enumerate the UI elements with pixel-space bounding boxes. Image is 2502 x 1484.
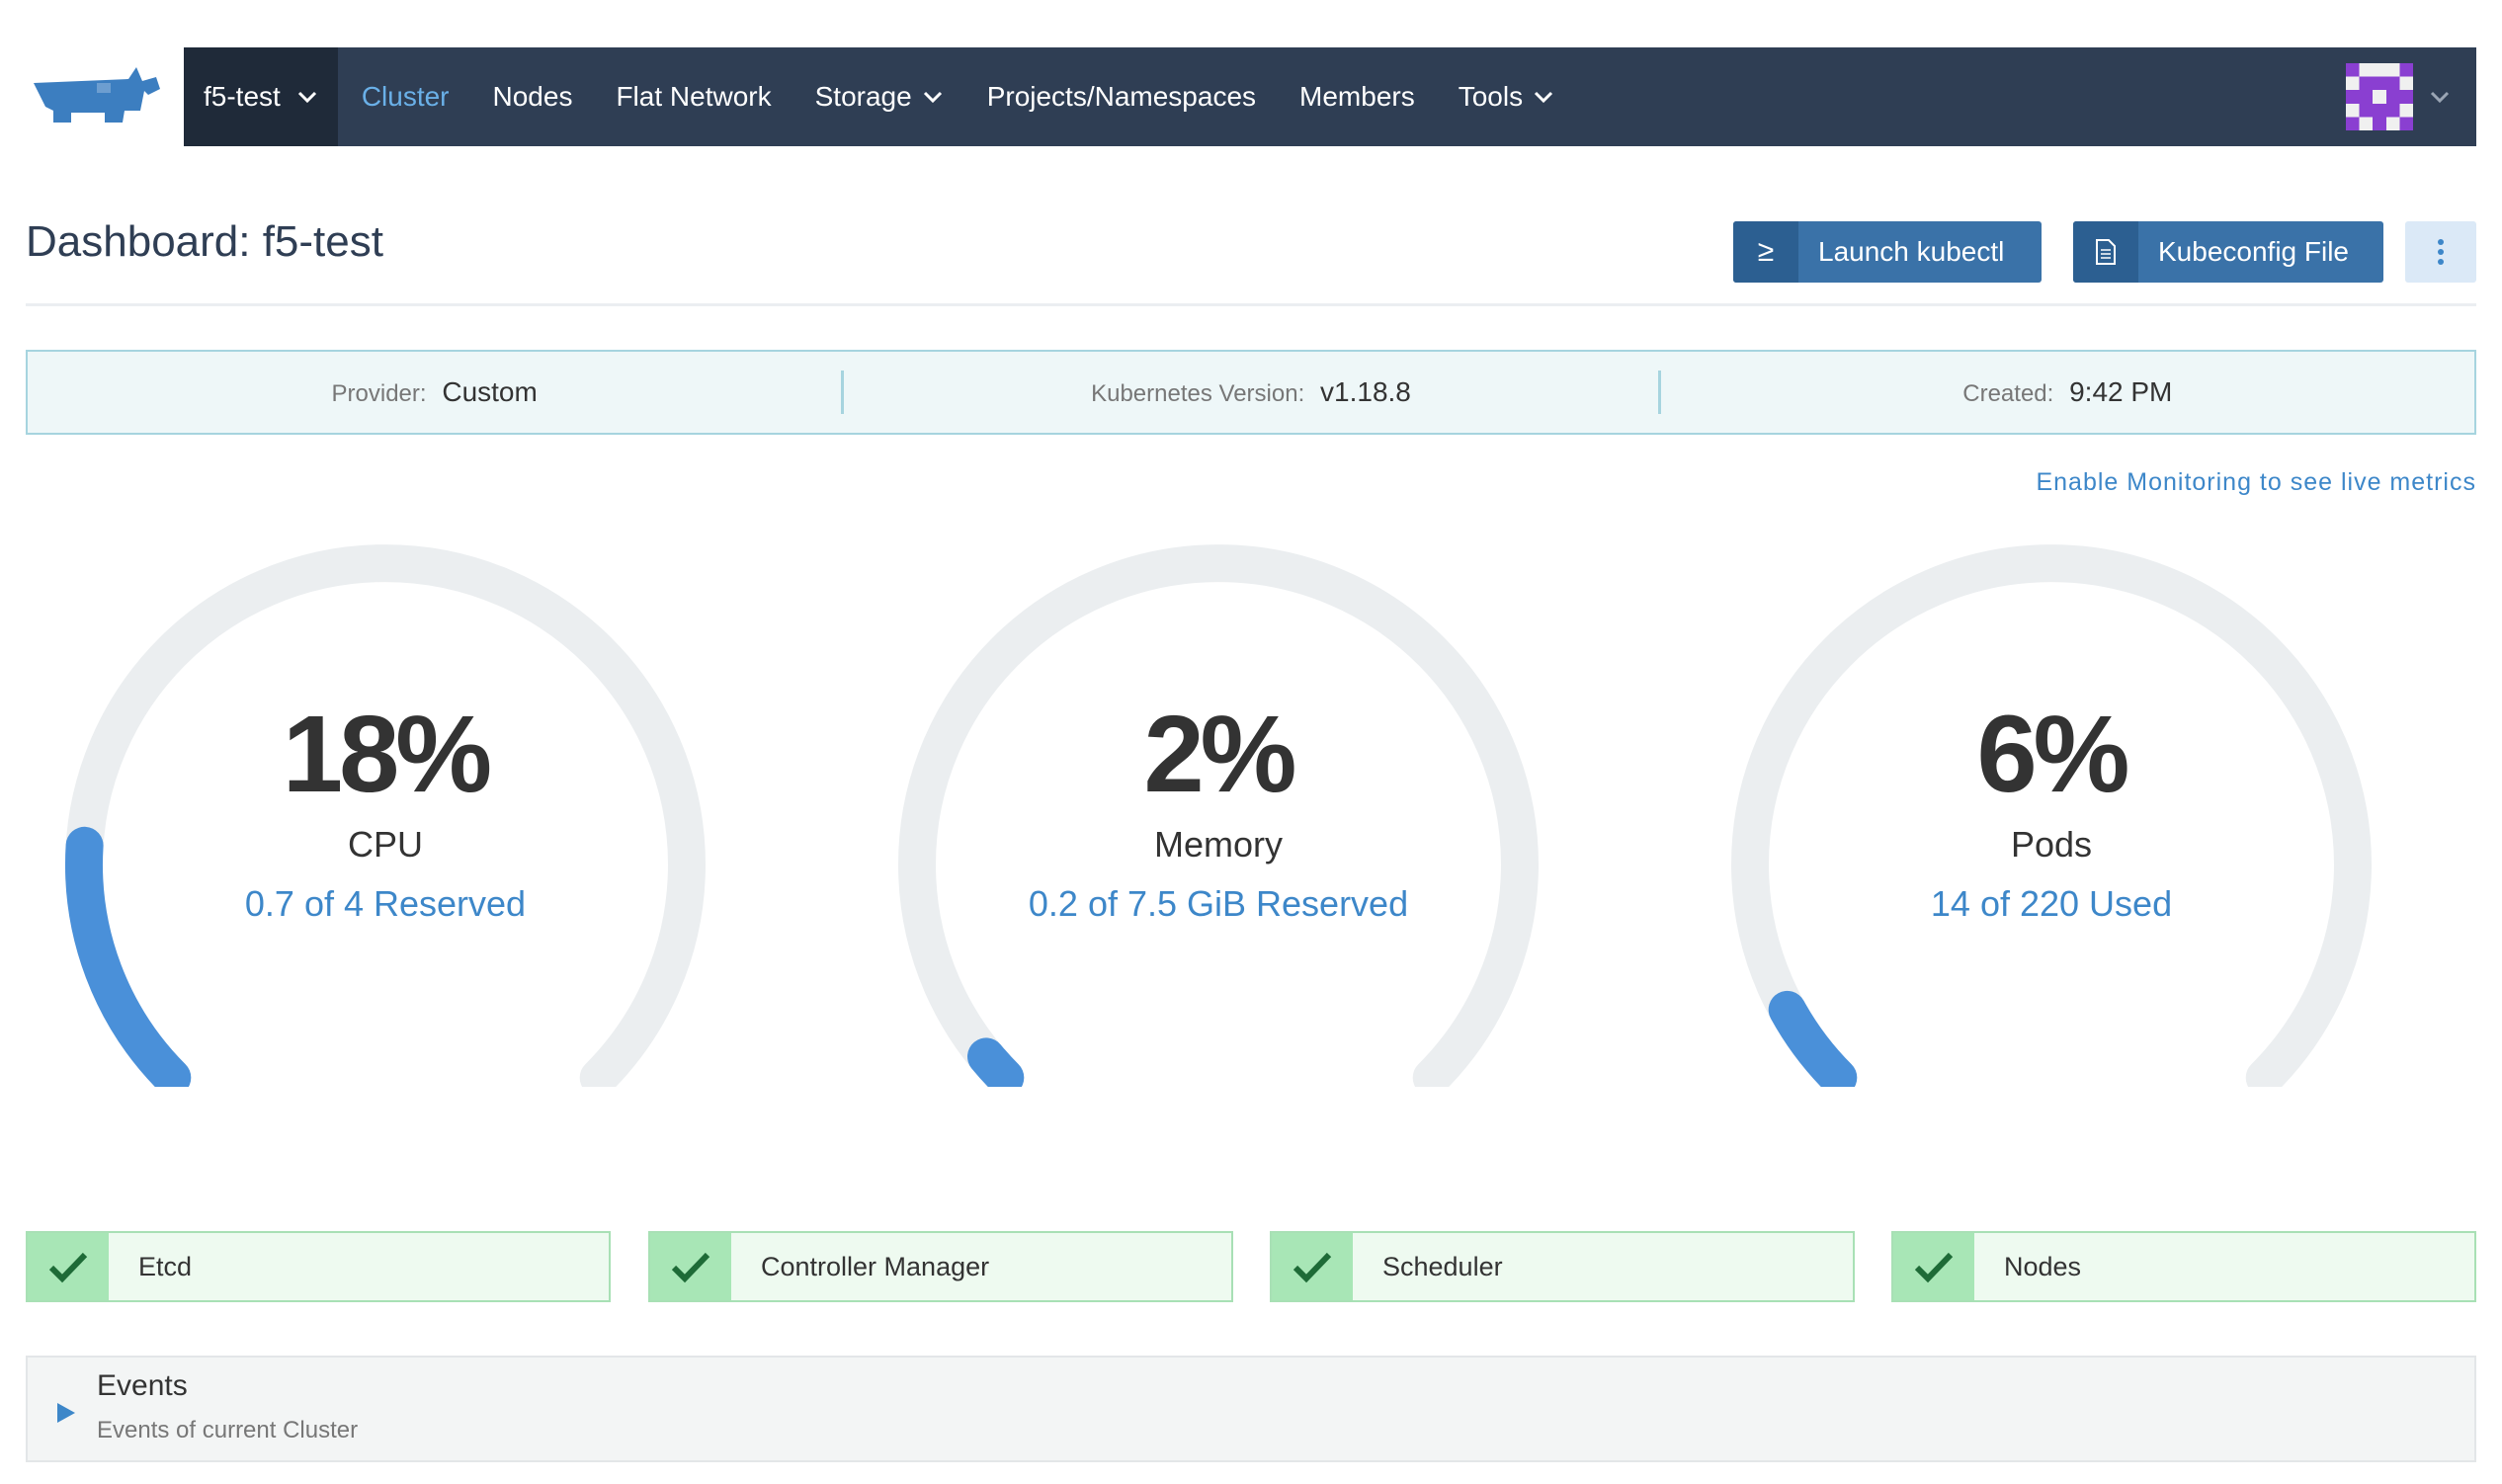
more-actions-button[interactable] <box>2405 221 2476 283</box>
created-label: Created: <box>1962 380 2054 407</box>
nodes-status: Nodes <box>1891 1231 2476 1302</box>
nav-item-members[interactable]: Members <box>1299 81 1415 113</box>
check-icon <box>650 1233 731 1300</box>
cluster-selector[interactable]: f5-test <box>184 47 338 146</box>
kubernetes-version-label: Kubernetes Version: <box>1091 380 1305 407</box>
launch-kubectl-label: Launch kubectl <box>1818 236 2005 267</box>
cpu-gauge: 18% CPU 0.7 of 4 Reserved <box>49 534 721 1087</box>
status-label: Etcd <box>138 1251 193 1281</box>
kubernetes-version-info: Kubernetes Version: v1.18.8 <box>844 376 1657 408</box>
pods-gauge: 6% Pods 14 of 220 Used <box>1715 534 2387 1087</box>
gauge-fill <box>65 826 192 1087</box>
nav-item-label: Flat Network <box>616 81 772 112</box>
status-label: Nodes <box>2004 1251 2082 1281</box>
terminal-icon: ≥ <box>1733 221 1798 283</box>
file-icon <box>2073 221 2138 283</box>
nav-item-label: Storage <box>814 81 912 112</box>
created-info: Created: 9:42 PM <box>1661 376 2474 408</box>
cpu-percent: 18% <box>282 694 492 815</box>
gauge-track <box>898 544 1539 1087</box>
nav-item-label: Nodes <box>492 81 573 112</box>
nav-item-label: Tools <box>1458 81 1524 112</box>
created-value: 9:42 PM <box>2069 376 2173 407</box>
memory-reserved: 0.2 of 7.5 GiB Reserved <box>1028 883 1409 924</box>
nav-item-cluster[interactable]: Cluster <box>362 81 450 113</box>
events-subtitle: Events of current Cluster <box>97 1417 359 1443</box>
provider-label: Provider: <box>331 380 427 407</box>
page-title-row: Dashboard: f5-test ≥ Launch kubectl Kube… <box>26 207 2476 306</box>
top-header: f5-test Cluster Nodes Flat Network Stora… <box>26 47 2476 146</box>
page-title: Dashboard: f5-test <box>26 217 383 266</box>
kubernetes-version-value: v1.18.8 <box>1320 376 1411 407</box>
more-vertical-icon <box>2438 239 2444 265</box>
rancher-logo-icon[interactable] <box>26 61 168 132</box>
events-title: Events <box>97 1369 188 1402</box>
main-navbar: f5-test Cluster Nodes Flat Network Stora… <box>184 47 2476 146</box>
memory-gauge: 2% Memory 0.2 of 7.5 GiB Reserved <box>882 534 1554 1087</box>
chevron-down-icon <box>1535 91 1553 104</box>
launch-kubectl-button[interactable]: ≥ Launch kubectl <box>1733 221 2042 283</box>
gauge-track <box>1731 544 2372 1087</box>
nav-item-projects-namespaces[interactable]: Projects/Namespaces <box>987 81 1256 113</box>
gauge-fill <box>967 1037 1025 1087</box>
nav-item-flat-network[interactable]: Flat Network <box>616 81 771 113</box>
gauge-track <box>65 544 706 1087</box>
gauge-fill <box>1768 990 1858 1087</box>
caret-right-icon <box>57 1403 75 1423</box>
kubeconfig-file-label: Kubeconfig File <box>2158 236 2350 267</box>
nav-item-label: Cluster <box>361 81 450 112</box>
etcd-status: Etcd <box>26 1231 611 1302</box>
status-label: Controller Manager <box>761 1251 990 1281</box>
provider-info: Provider: Custom <box>28 376 841 408</box>
kubeconfig-file-button[interactable]: Kubeconfig File <box>2073 221 2383 283</box>
nav-item-storage[interactable]: Storage <box>815 81 944 113</box>
memory-label: Memory <box>1153 824 1283 865</box>
chevron-down-icon <box>297 91 316 104</box>
nav-item-nodes[interactable]: Nodes <box>493 81 573 113</box>
user-menu[interactable] <box>2346 63 2451 130</box>
check-icon <box>28 1233 109 1300</box>
pods-used: 14 of 220 Used <box>1930 883 2173 924</box>
check-icon <box>1272 1233 1353 1300</box>
chevron-down-icon <box>923 91 942 104</box>
events-panel[interactable]: Events Events of current Cluster <box>26 1356 2476 1462</box>
pods-label: Pods <box>2010 824 2093 865</box>
chevron-down-icon <box>2430 91 2450 104</box>
cluster-selector-label: f5-test <box>204 81 281 112</box>
pods-percent: 6% <box>1976 694 2130 815</box>
check-icon <box>1893 1233 1974 1300</box>
nav-item-tools[interactable]: Tools <box>1459 81 1554 113</box>
nav-item-label: Projects/Namespaces <box>986 81 1257 112</box>
controller-manager-status: Controller Manager <box>648 1231 1233 1302</box>
memory-percent: 2% <box>1143 694 1297 815</box>
provider-value: Custom <box>442 376 538 407</box>
nav-items: Cluster Nodes Flat Network Storage Proje… <box>362 47 1598 146</box>
cpu-reserved: 0.7 of 4 Reserved <box>244 883 527 924</box>
user-avatar-icon <box>2346 63 2413 130</box>
status-label: Scheduler <box>1382 1251 1503 1281</box>
cluster-info-bar: Provider: Custom Kubernetes Version: v1.… <box>26 350 2476 435</box>
nav-item-label: Members <box>1299 81 1415 112</box>
enable-monitoring-link[interactable]: Enable Monitoring to see live metrics <box>2036 468 2476 497</box>
cpu-label: CPU <box>347 824 423 865</box>
scheduler-status: Scheduler <box>1270 1231 1855 1302</box>
